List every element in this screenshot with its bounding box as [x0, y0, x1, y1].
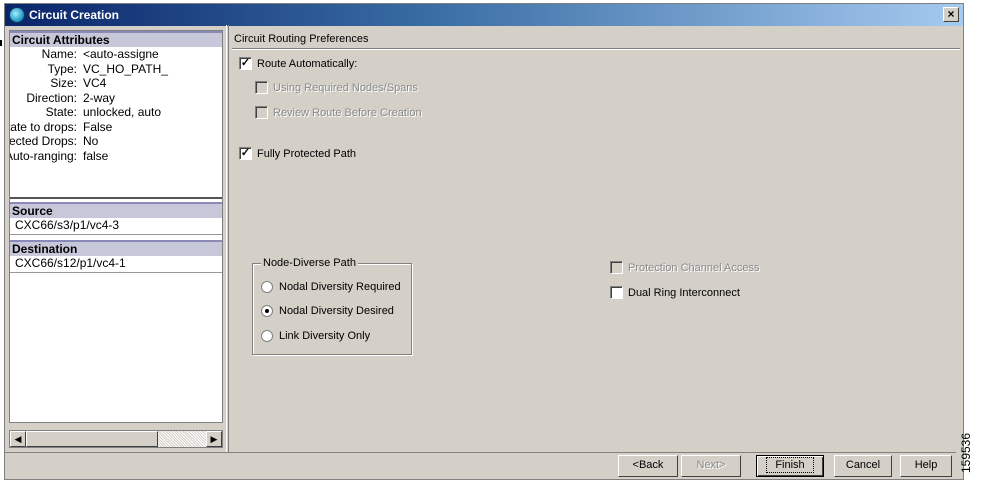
node-diverse-path-group: Node-Diverse Path Nodal Diversity Requir… [252, 257, 412, 355]
fully-protected-path-checkbox[interactable]: ✓ Fully Protected Path [239, 147, 356, 160]
attr-value: No [83, 134, 99, 148]
nodal-diversity-required-radio[interactable]: Nodal Diversity Required [261, 281, 401, 293]
checkbox-label: Dual Ring Interconnect [628, 286, 740, 299]
attr-label: Auto-ranging: [10, 148, 77, 163]
checkbox-label: Using Required Nodes/Spans [273, 81, 418, 94]
scroll-right-arrow-icon[interactable]: ▶ [206, 431, 222, 447]
checkbox-box[interactable]: ✓ [239, 147, 252, 160]
attr-label: Ckt state to drops: [10, 119, 77, 134]
attr-label: Direction: [26, 90, 77, 105]
attr-row-type: Type: VC_HO_PATH_ [10, 62, 222, 77]
attr-label: Name: [41, 47, 77, 61]
title-divider [232, 48, 960, 50]
window-title: Circuit Creation [29, 8, 120, 22]
wizard-button-bar: <Back Next> Finish Cancel Help [4, 452, 956, 477]
back-button[interactable]: <Back [618, 455, 678, 477]
attr-value: VC4 [83, 76, 107, 90]
figure-id-watermark: 159536 [959, 428, 980, 480]
circuit-attributes-list: Name: <auto-assigne Type: VC_HO_PATH_ Size… [10, 47, 222, 199]
attr-value: unlocked, auto [83, 105, 162, 119]
checkbox-box[interactable] [610, 286, 623, 299]
finish-label: Finish [766, 457, 814, 473]
review-route-checkbox[interactable]: Review Route Before Creation [255, 106, 422, 119]
destination-value: CXC66/s12/p1/vc4-1 [10, 256, 222, 273]
route-automatically-checkbox[interactable]: ✓ Route Automatically: [239, 57, 357, 70]
attr-value: VC_HO_PATH_ [83, 61, 168, 76]
close-button[interactable]: × [943, 7, 959, 22]
attr-label: State: [45, 105, 77, 119]
attr-row-state: State: unlocked, auto [10, 105, 222, 120]
routing-preferences-panel: Circuit Routing Preferences ✓ Route Auto… [232, 30, 960, 450]
checkbox-box[interactable] [610, 261, 623, 274]
protection-channel-access-checkbox[interactable]: Protection Channel Access [610, 261, 759, 274]
attr-row-protected-drops: Protected Drops: No [10, 134, 222, 149]
attr-label: Protected Drops: [10, 134, 77, 148]
cancel-button[interactable]: Cancel [834, 455, 892, 477]
circuit-attributes-header: Circuit Attributes [10, 31, 222, 47]
attr-row-auto-ranging: Auto-ranging: false [10, 149, 222, 164]
attr-label: Size: [50, 76, 77, 90]
using-required-nodes-checkbox[interactable]: Using Required Nodes/Spans [255, 81, 418, 94]
attr-row-size: Size: VC4 [10, 76, 222, 91]
edge-mark [0, 40, 2, 46]
attr-row-name: Name: <auto-assigne [10, 47, 222, 62]
next-button[interactable]: Next> [681, 455, 741, 477]
panel-splitter[interactable] [226, 25, 229, 453]
dual-ring-interconnect-checkbox[interactable]: Dual Ring Interconnect [610, 286, 740, 299]
source-value: CXC66/s3/p1/vc4-3 [10, 218, 222, 235]
checkbox-label: Fully Protected Path [257, 147, 357, 160]
checkbox-box[interactable]: ✓ [239, 57, 252, 70]
finish-button[interactable]: Finish [756, 455, 824, 477]
radio-circle[interactable] [261, 281, 273, 293]
routing-preferences-title: Circuit Routing Preferences [234, 33, 369, 45]
node-diverse-path-legend: Node-Diverse Path [261, 257, 358, 269]
scroll-left-arrow-icon[interactable]: ◀ [10, 431, 26, 447]
radio-circle[interactable] [261, 330, 273, 342]
attr-value: <auto-assigne [83, 47, 159, 61]
checkbox-label: Review Route Before Creation [273, 106, 422, 119]
left-panel-scrollbar[interactable]: ◀ ▶ [9, 430, 223, 448]
checkbox-label: Protection Channel Access [628, 261, 760, 274]
scroll-thumb[interactable] [26, 431, 158, 447]
help-button[interactable]: Help [900, 455, 952, 477]
figure-id-text: 159536 [959, 432, 974, 474]
scroll-track[interactable] [158, 431, 206, 447]
radio-label: Nodal Diversity Desired [279, 305, 394, 317]
circuit-summary-panel: Circuit Attributes Name: <auto-assigne Ty… [9, 30, 223, 423]
checkbox-box[interactable] [255, 106, 268, 119]
source-header: Source [10, 202, 222, 218]
radio-label: Link Diversity Only [279, 330, 371, 342]
attr-label: Type: [47, 61, 77, 76]
attr-value: false [83, 148, 109, 163]
checkbox-label: Route Automatically: [257, 57, 358, 70]
checkbox-box[interactable] [255, 81, 268, 94]
nodal-diversity-desired-radio[interactable]: Nodal Diversity Desired [261, 305, 394, 317]
radio-circle[interactable] [261, 305, 273, 317]
attr-value: 2-way [83, 90, 116, 105]
radio-label: Nodal Diversity Required [279, 281, 401, 293]
app-globe-icon [9, 7, 25, 23]
link-diversity-only-radio[interactable]: Link Diversity Only [261, 330, 370, 342]
attr-row-ckt-state: Ckt state to drops: False [10, 120, 222, 135]
destination-header: Destination [10, 240, 222, 256]
title-bar: Circuit Creation × [5, 4, 963, 26]
attr-row-direction: Direction: 2-way [10, 91, 222, 106]
attr-value: False [83, 119, 113, 134]
